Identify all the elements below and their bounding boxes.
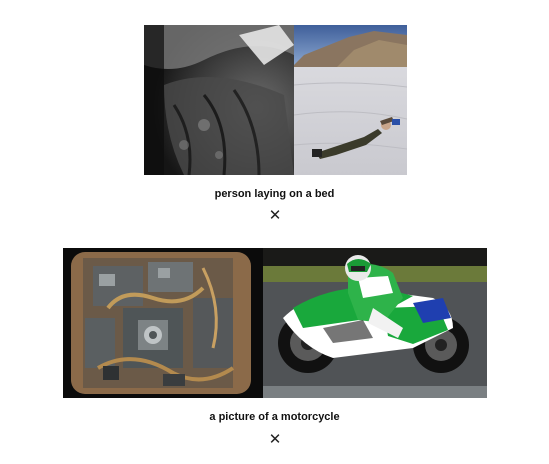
caption-pair-2: a picture of a motorcycle (209, 411, 340, 423)
close-icon[interactable]: ✕ (265, 208, 285, 223)
image-pair-1 (144, 25, 407, 175)
close-icon[interactable]: ✕ (265, 432, 285, 447)
caption-pair-1: person laying on a bed (214, 188, 335, 200)
motorcycle-racer-photo (263, 248, 487, 398)
person-lying-on-salt-flat-photo (294, 25, 407, 175)
image-pair-2 (63, 248, 487, 398)
rover-machinery-photo (63, 248, 263, 398)
grayscale-fabric-photo (144, 25, 294, 175)
